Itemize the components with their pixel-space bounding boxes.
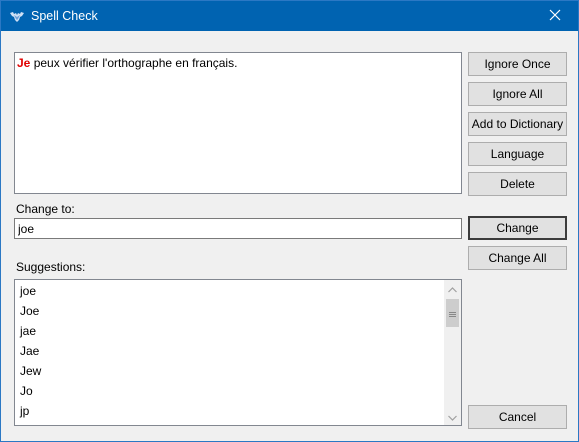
scroll-thumb[interactable] bbox=[446, 299, 459, 327]
language-button[interactable]: Language bbox=[468, 142, 567, 166]
list-item[interactable]: jp bbox=[20, 401, 29, 421]
suggestions-list[interactable]: joe Joe jae Jae Jew Jo jp bbox=[14, 279, 462, 426]
list-item[interactable]: Jew bbox=[20, 361, 41, 381]
scroll-down-button[interactable] bbox=[444, 408, 461, 425]
bat-logo-icon bbox=[9, 8, 25, 24]
chevron-up-icon bbox=[448, 282, 457, 296]
spell-check-dialog: Spell Check Je peux vérifier l'orthograp… bbox=[0, 0, 579, 442]
delete-button[interactable]: Delete bbox=[468, 172, 567, 196]
vertical-scrollbar[interactable] bbox=[444, 280, 461, 425]
change-button[interactable]: Change bbox=[468, 216, 567, 240]
list-item[interactable]: Joe bbox=[20, 301, 39, 321]
change-all-button[interactable]: Change All bbox=[468, 246, 567, 270]
list-item[interactable]: Jae bbox=[20, 341, 39, 361]
suggestions-label: Suggestions: bbox=[16, 260, 86, 274]
change-to-input[interactable] bbox=[14, 218, 462, 239]
document-text-preview[interactable]: Je peux vérifier l'orthographe en frança… bbox=[14, 52, 462, 194]
scroll-up-button[interactable] bbox=[444, 280, 461, 297]
misspelled-word: Je bbox=[17, 56, 31, 70]
close-button[interactable] bbox=[532, 1, 578, 31]
grip-icon bbox=[449, 306, 456, 320]
change-to-label: Change to: bbox=[16, 202, 75, 216]
sentence-rest: peux vérifier l'orthographe en français. bbox=[30, 56, 238, 70]
ignore-once-button[interactable]: Ignore Once bbox=[468, 52, 567, 76]
title-bar[interactable]: Spell Check bbox=[1, 1, 578, 31]
list-item[interactable]: jae bbox=[20, 321, 36, 341]
cancel-button[interactable]: Cancel bbox=[468, 405, 567, 429]
list-item[interactable]: Jo bbox=[20, 381, 33, 401]
close-icon bbox=[549, 9, 561, 24]
chevron-down-icon bbox=[448, 410, 457, 424]
ignore-all-button[interactable]: Ignore All bbox=[468, 82, 567, 106]
add-to-dictionary-button[interactable]: Add to Dictionary bbox=[468, 112, 567, 136]
list-item[interactable]: joe bbox=[20, 281, 36, 301]
window-title: Spell Check bbox=[31, 9, 98, 23]
